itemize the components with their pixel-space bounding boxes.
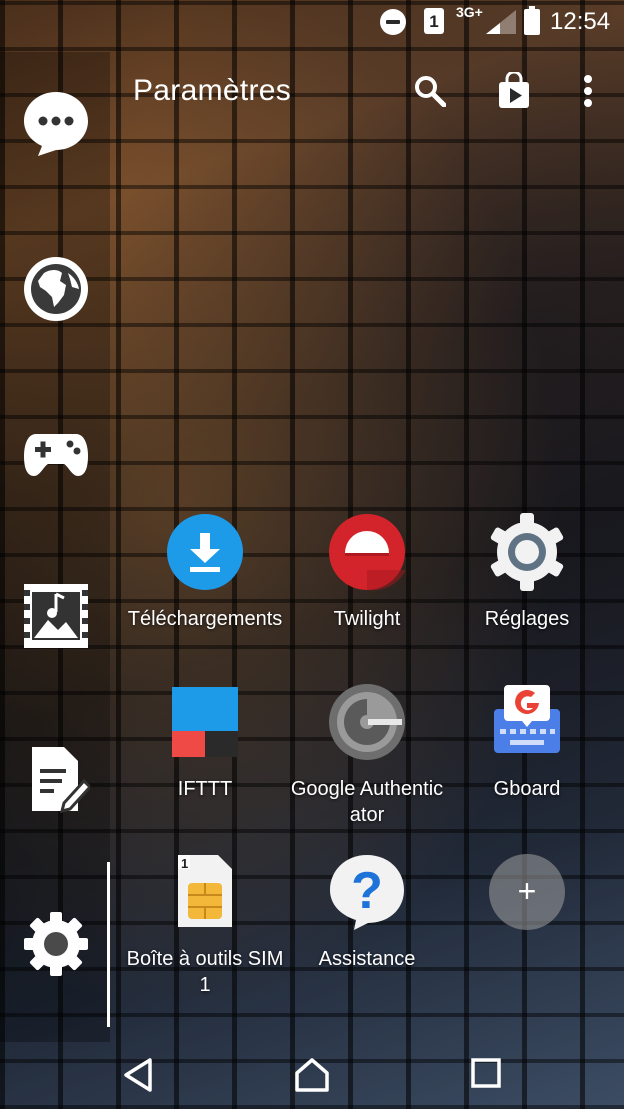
battery-icon: [524, 6, 540, 35]
app-label: IFTTT: [177, 778, 233, 800]
status-bar: 1 3G+ 12:54: [0, 0, 624, 44]
edit-document-icon[interactable]: [22, 745, 90, 813]
gboard-icon: [494, 685, 560, 753]
app-assistance[interactable]: ? Assistance: [287, 853, 447, 972]
chat-bubble-icon[interactable]: [22, 90, 90, 158]
app-reglages[interactable]: Réglages: [447, 513, 607, 632]
sidebar-selection-indicator: [107, 862, 110, 1027]
app-label: Assistance: [318, 948, 416, 970]
home-icon[interactable]: [294, 1057, 330, 1093]
globe-icon[interactable]: [22, 255, 90, 323]
navigation-bar: [0, 1041, 624, 1109]
add-app-button[interactable]: +: [447, 853, 607, 936]
app-ifttt[interactable]: IFTTT: [125, 683, 285, 802]
app-label: Twilight: [333, 608, 401, 630]
app-twilight[interactable]: Twilight: [287, 513, 447, 632]
twilight-icon: [329, 514, 406, 591]
app-telechargements[interactable]: Téléchargements: [125, 513, 285, 632]
app-label: Boîte à outils SIM1: [126, 948, 284, 996]
ifttt-icon: [172, 687, 238, 757]
add-icon: +: [489, 854, 565, 930]
app-sim-toolkit[interactable]: 1 Boîte à outils SIM1: [125, 853, 285, 998]
app-label: Gboard: [493, 778, 561, 800]
help-icon: ?: [330, 855, 404, 930]
do-not-disturb-icon: [380, 9, 406, 35]
authenticator-icon: [329, 684, 405, 760]
app-label: Google Authenticator: [290, 778, 444, 826]
clock: 12:54: [550, 8, 611, 35]
search-icon[interactable]: [414, 75, 446, 107]
network-type: 3G+: [456, 4, 483, 20]
sim-1-icon: 1: [424, 8, 444, 34]
recents-icon[interactable]: [470, 1057, 502, 1089]
download-icon: [167, 514, 243, 590]
play-store-icon[interactable]: [498, 72, 530, 108]
signal-icon: [486, 10, 516, 34]
page-title: Paramètres: [133, 74, 292, 107]
settings-gear-icon: [490, 513, 564, 591]
back-icon[interactable]: [122, 1057, 154, 1093]
svg-text:1: 1: [181, 856, 188, 871]
svg-text:?: ?: [351, 862, 383, 920]
sidebar: [0, 52, 110, 1042]
app-gboard[interactable]: Gboard: [447, 683, 607, 802]
sim-toolkit-icon: 1: [178, 855, 232, 927]
add-icon-label: +: [518, 873, 537, 909]
overflow-menu-icon[interactable]: [582, 74, 594, 108]
app-label: Téléchargements: [127, 608, 283, 630]
music-photo-icon[interactable]: [22, 582, 90, 650]
gear-icon[interactable]: [22, 910, 90, 978]
gamepad-icon[interactable]: [22, 420, 90, 488]
app-google-authenticator[interactable]: Google Authenticator: [287, 683, 447, 828]
app-label: Réglages: [484, 608, 570, 630]
